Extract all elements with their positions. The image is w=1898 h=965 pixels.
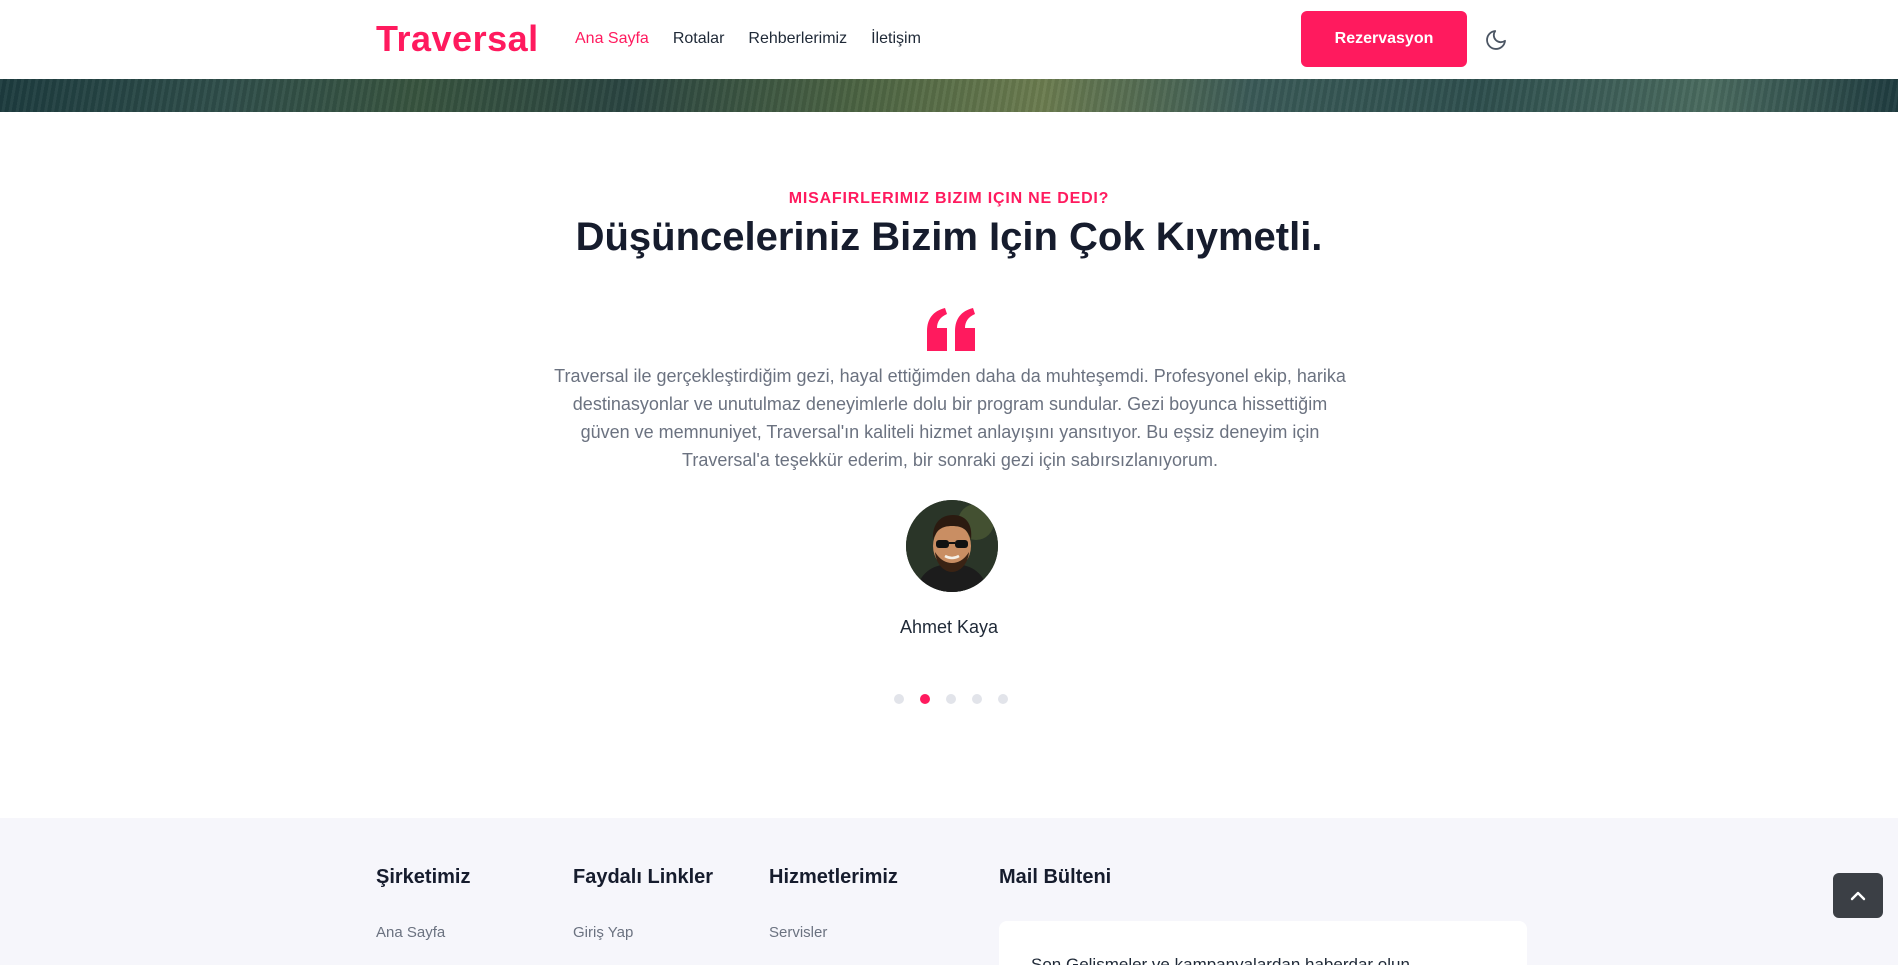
carousel-dot[interactable]: [972, 694, 982, 704]
chevron-up-icon: [1850, 891, 1866, 901]
carousel-dot[interactable]: [920, 694, 930, 704]
reservation-button[interactable]: Rezervasyon: [1301, 11, 1467, 67]
nav-item-rotalar[interactable]: Rotalar: [673, 30, 725, 48]
testimonial-quote: Traversal ile gerçekleştirdiğim gezi, ha…: [554, 366, 1346, 470]
hero-image: [0, 79, 1898, 112]
moon-icon[interactable]: [1484, 28, 1508, 52]
main-nav: Ana Sayfa Rotalar Rehberlerimiz İletişim: [575, 30, 921, 48]
avatar: [906, 500, 998, 592]
carousel-dot[interactable]: [946, 694, 956, 704]
footer-link-ana-sayfa[interactable]: Ana Sayfa: [376, 924, 445, 941]
footer-services-title: Hizmetlerimiz: [769, 866, 898, 888]
newsletter-card: Son Gelişmeler ve kampanyalardan haberda…: [999, 921, 1527, 965]
footer-link-giris-yap[interactable]: Giriş Yap: [573, 924, 633, 941]
site-footer: [0, 818, 1898, 965]
site-header: Traversal Ana Sayfa Rotalar Rehberlerimi…: [0, 0, 1898, 79]
nav-item-iletisim[interactable]: İletişim: [871, 30, 921, 48]
quote-icon: [925, 307, 979, 353]
carousel-dot[interactable]: [894, 694, 904, 704]
section-eyebrow: MISAFIRLERIMIZ BIZIM IÇIN NE DEDI?: [788, 190, 1110, 207]
nav-item-rehberlerimiz[interactable]: Rehberlerimiz: [748, 30, 847, 48]
footer-link-servisler[interactable]: Servisler: [769, 924, 827, 941]
testimonial-author: Ahmet Kaya: [899, 617, 999, 637]
carousel-pagination: [894, 694, 1008, 704]
newsletter-text: Son Gelişmeler ve kampanyalardan haberda…: [1031, 955, 1410, 965]
footer-newsletter-title: Mail Bülteni: [999, 866, 1112, 888]
back-to-top-button[interactable]: [1833, 873, 1883, 918]
logo[interactable]: Traversal: [376, 18, 539, 60]
carousel-dot[interactable]: [998, 694, 1008, 704]
footer-company-title: Şirketimiz: [376, 866, 471, 888]
footer-links-title: Faydalı Linkler: [573, 866, 714, 888]
nav-item-ana-sayfa[interactable]: Ana Sayfa: [575, 30, 649, 48]
section-title: Düşünceleriniz Bizim Için Çok Kıymetli.: [575, 215, 1323, 259]
